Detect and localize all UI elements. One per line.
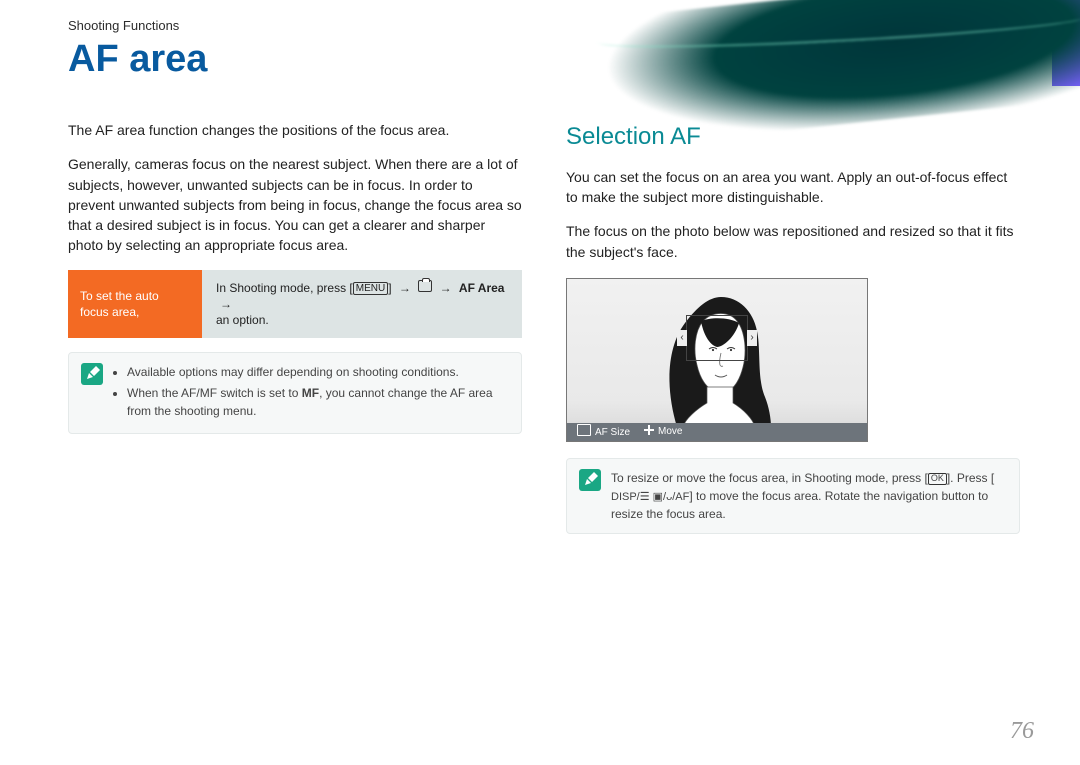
disp-key-icon: DISP/☰ ▣/ᴗ/AF xyxy=(611,489,689,506)
arrow-icon: → xyxy=(395,280,415,296)
tip-box: To resize or move the focus area, in Sho… xyxy=(566,458,1020,535)
af-size-label: AF Size xyxy=(577,424,630,441)
arrow-icon: → xyxy=(436,280,456,296)
selection-paragraph-1: You can set the focus on an area you wan… xyxy=(566,167,1020,208)
note-box: Available options may differ depending o… xyxy=(68,352,522,434)
right-column: Selection AF You can set the focus on an… xyxy=(566,120,1020,705)
intro-paragraph-1: The AF area function changes the positio… xyxy=(68,120,522,140)
move-label: Move xyxy=(644,425,682,440)
focus-area-box: ‹ › xyxy=(686,315,748,361)
breadcrumb: Shooting Functions xyxy=(68,18,179,33)
instr-text-end: an option. xyxy=(216,313,269,327)
arrow-icon: → xyxy=(216,296,236,312)
focus-arrow-left-icon: ‹ xyxy=(677,330,687,346)
ok-key-icon: OK xyxy=(928,473,947,485)
pen-note-icon xyxy=(81,363,103,385)
tip-b: ]. Press [ xyxy=(947,471,994,485)
photo-status-bar: AF Size Move xyxy=(567,423,867,441)
selection-paragraph-2: The focus on the photo below was reposit… xyxy=(566,221,1020,262)
section-heading: Selection AF xyxy=(566,120,1020,155)
note2-b: MF xyxy=(302,386,319,400)
instr-text-mid1: ] xyxy=(388,281,395,295)
instruction-steps: In Shooting mode, press [MENU] → → AF Ar… xyxy=(202,270,522,339)
sample-photo: ‹ › AF Size Move xyxy=(566,278,868,442)
tip-a: To resize or move the focus area, in Sho… xyxy=(611,471,928,485)
af-size-icon xyxy=(577,424,591,436)
note-list: Available options may differ depending o… xyxy=(113,363,509,423)
menu-key-icon: MENU xyxy=(353,282,388,295)
instr-text-pre: In Shooting mode, press [ xyxy=(216,281,353,295)
camera-icon xyxy=(418,280,432,292)
note-item-2: When the AF/MF switch is set to MF, you … xyxy=(127,384,509,420)
page-number: 76 xyxy=(1010,718,1034,745)
page-title: AF area xyxy=(68,38,207,81)
intro-paragraph-2: Generally, cameras focus on the nearest … xyxy=(68,154,522,255)
dpad-icon xyxy=(644,425,654,435)
left-column: The AF area function changes the positio… xyxy=(68,120,522,705)
note-item-1: Available options may differ depending o… xyxy=(127,363,509,381)
instruction-label: To set the auto focus area, xyxy=(68,270,202,339)
tip-text: To resize or move the focus area, in Sho… xyxy=(611,469,1007,524)
instr-af-area: AF Area xyxy=(459,281,505,295)
note2-a: When the AF/MF switch is set to xyxy=(127,386,302,400)
pen-note-icon xyxy=(579,469,601,491)
focus-arrow-right-icon: › xyxy=(747,330,757,346)
instruction-box: To set the auto focus area, In Shooting … xyxy=(68,270,522,339)
